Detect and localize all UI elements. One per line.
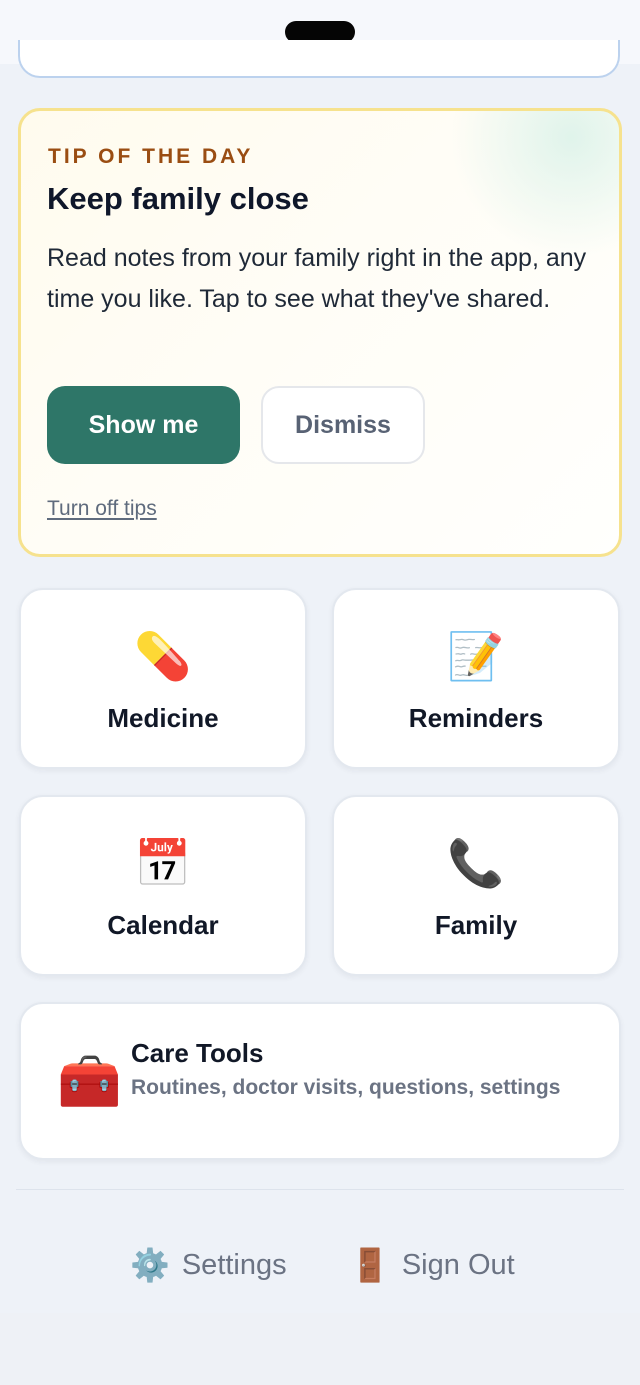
memo-icon: 📝: [447, 630, 505, 682]
gear-icon: ⚙️: [130, 1247, 170, 1283]
show-me-button[interactable]: Show me: [47, 386, 240, 464]
calendar-label: Calendar: [107, 910, 219, 940]
footer-divider: [16, 1189, 624, 1190]
medicine-tile[interactable]: 💊 Medicine: [19, 588, 307, 769]
calendar-icon: 📅: [134, 837, 192, 889]
family-tile[interactable]: 📞 Family: [332, 795, 620, 976]
settings-label: Settings: [181, 1248, 287, 1281]
dismiss-button[interactable]: Dismiss: [261, 386, 425, 464]
calendar-tile[interactable]: 📅 Calendar: [19, 795, 307, 976]
tip-body: Read notes from your family right in the…: [47, 244, 587, 313]
medicine-label: Medicine: [107, 703, 219, 733]
care-tools-card[interactable]: 🧰 Care Tools Routines, doctor visits, qu…: [19, 1002, 621, 1160]
sign-out-label: Sign Out: [401, 1248, 515, 1281]
previous-card-edge: [18, 40, 620, 78]
care-tools-title: Care Tools: [131, 1038, 264, 1068]
reminders-label: Reminders: [408, 703, 544, 733]
care-tools-subtitle: Routines, doctor visits, questions, sett…: [131, 1076, 561, 1099]
tip-title: Keep family close: [47, 181, 309, 216]
sign-out-link[interactable]: 🚪 Sign Out: [350, 1240, 515, 1290]
toolbox-icon: 🧰: [57, 1053, 122, 1111]
tip-eyebrow: TIP OF THE DAY: [48, 145, 254, 168]
pill-icon: 💊: [134, 630, 192, 682]
reminders-tile[interactable]: 📝 Reminders: [332, 588, 620, 769]
phone-icon: 📞: [447, 837, 505, 889]
bottom-area: [0, 1313, 640, 1385]
family-label: Family: [434, 910, 518, 940]
settings-link[interactable]: ⚙️ Settings: [130, 1240, 287, 1290]
tip-card: TIP OF THE DAY Keep family close Read no…: [18, 108, 622, 557]
door-icon: 🚪: [350, 1247, 390, 1283]
turn-off-tips-link[interactable]: Turn off tips: [47, 497, 157, 521]
